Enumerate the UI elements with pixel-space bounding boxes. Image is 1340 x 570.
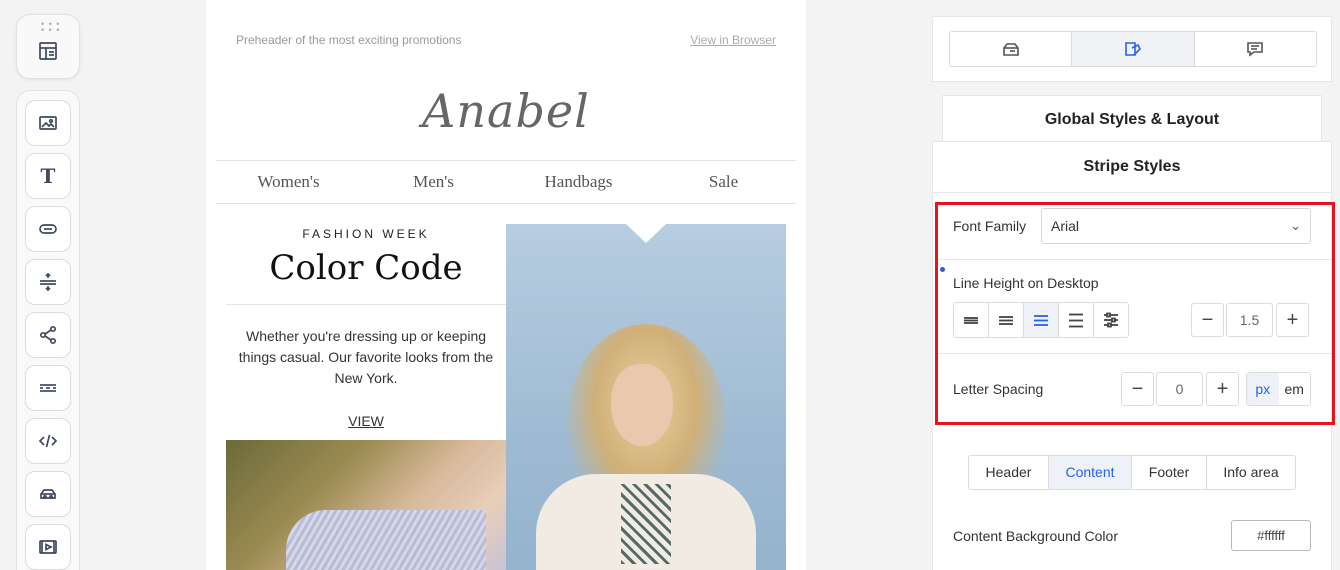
- letter-spacing-unit-toggle: px em: [1246, 372, 1311, 406]
- panel-tabs-card: [932, 16, 1332, 82]
- unit-px-button[interactable]: px: [1247, 373, 1279, 405]
- social-icon: [39, 325, 57, 345]
- view-cta-link[interactable]: VIEW: [226, 413, 506, 429]
- body-copy[interactable]: Whether you're dressing up or keeping th…: [236, 326, 496, 389]
- line-height-custom-icon: [1104, 312, 1118, 328]
- photo-notch: [626, 224, 666, 243]
- line-height-large-icon: [1069, 313, 1083, 328]
- button-icon: [39, 224, 57, 234]
- line-height-medium-icon: [1034, 315, 1048, 326]
- button-tool[interactable]: [25, 206, 71, 252]
- modified-indicator-dot: [940, 267, 945, 272]
- line-height-presets: [953, 302, 1129, 338]
- spacer-tool[interactable]: [25, 259, 71, 305]
- font-family-value: Arial: [1051, 218, 1080, 234]
- panel-icon-tabs: [949, 31, 1317, 67]
- divider-icon: [40, 384, 56, 392]
- unit-em-button[interactable]: em: [1279, 373, 1311, 405]
- line-height-compact-button[interactable]: [954, 303, 989, 337]
- line-height-increase-button[interactable]: +: [1276, 303, 1309, 337]
- tab-comments[interactable]: [1195, 32, 1316, 66]
- image-tool[interactable]: [25, 100, 71, 146]
- tab-content[interactable]: Content: [1049, 456, 1132, 489]
- divider-tool[interactable]: [25, 365, 71, 411]
- content-background-label: Content Background Color: [953, 528, 1118, 544]
- tab-header[interactable]: Header: [969, 456, 1049, 489]
- banner-icon: [40, 489, 56, 500]
- preheader-text[interactable]: Preheader of the most exciting promotion…: [236, 33, 461, 47]
- style-icon: [1125, 42, 1141, 56]
- row-separator: [938, 353, 1332, 354]
- line-height-small-button[interactable]: [989, 303, 1024, 337]
- shirt-detail: [286, 510, 486, 570]
- headline[interactable]: Color Code: [226, 248, 506, 288]
- nav-item-handbags[interactable]: Handbags: [506, 161, 651, 203]
- line-height-label: Line Height on Desktop: [953, 275, 1099, 291]
- view-in-browser-link[interactable]: View in Browser: [690, 33, 776, 47]
- layout-tool[interactable]: • • • • • •: [16, 14, 80, 79]
- row-separator: [938, 259, 1332, 260]
- content-background-color-input[interactable]: #ffffff: [1231, 520, 1311, 551]
- tab-structure[interactable]: [950, 32, 1073, 66]
- letter-spacing-decrease-button[interactable]: −: [1121, 372, 1154, 406]
- tool-panel: T: [16, 90, 80, 570]
- line-height-medium-button[interactable]: [1024, 303, 1059, 337]
- image-icon: [39, 116, 57, 130]
- text-tool[interactable]: T: [25, 153, 71, 199]
- line-height-large-button[interactable]: [1059, 303, 1094, 337]
- layout-icon: [39, 41, 57, 60]
- section-tabs: Header Content Footer Info area: [968, 455, 1296, 490]
- text-icon: T: [40, 164, 56, 188]
- email-canvas[interactable]: Preheader of the most exciting promotion…: [206, 0, 806, 570]
- blouse-shape: [536, 474, 756, 570]
- line-height-custom-button[interactable]: [1094, 303, 1128, 337]
- brand-logo[interactable]: Anabel: [206, 84, 806, 138]
- line-height-decrease-button[interactable]: −: [1191, 303, 1224, 337]
- chevron-down-icon: ⌄: [1290, 218, 1301, 233]
- line-height-compact-icon: [964, 317, 978, 324]
- spacer-icon: [40, 272, 56, 292]
- font-family-select[interactable]: Arial ⌄: [1041, 208, 1311, 244]
- line-height-input[interactable]: 1.5: [1226, 303, 1273, 337]
- letter-spacing-label: Letter Spacing: [953, 381, 1044, 397]
- banner-tool[interactable]: [25, 471, 71, 517]
- product-photo-shoulder[interactable]: [226, 440, 506, 570]
- video-icon: [39, 540, 57, 554]
- model-photo[interactable]: [506, 224, 786, 570]
- structure-icon: [1002, 43, 1019, 56]
- line-height-small-icon: [999, 316, 1013, 325]
- stripe-styles-title[interactable]: Stripe Styles: [933, 142, 1331, 193]
- face-shape: [611, 364, 673, 446]
- tab-style[interactable]: [1072, 32, 1195, 66]
- editor-root: • • • • • • T Preheader of the most exci…: [0, 0, 1340, 570]
- html-tool[interactable]: [25, 418, 71, 464]
- drag-handle-icon[interactable]: • • • • • •: [41, 20, 60, 35]
- kicker-text[interactable]: FASHION WEEK: [226, 227, 506, 241]
- video-tool[interactable]: [25, 524, 71, 570]
- global-styles-section[interactable]: Global Styles & Layout: [942, 95, 1322, 143]
- html-code-icon: [38, 434, 58, 448]
- divider-line: [226, 304, 506, 305]
- font-family-label: Font Family: [953, 218, 1027, 234]
- nav-item-mens[interactable]: Men's: [361, 161, 506, 203]
- comment-icon: [1247, 42, 1264, 57]
- social-tool[interactable]: [25, 312, 71, 358]
- embroidery-detail: [621, 484, 671, 564]
- tab-info-area[interactable]: Info area: [1207, 456, 1295, 489]
- letter-spacing-input[interactable]: 0: [1156, 372, 1203, 406]
- tab-footer[interactable]: Footer: [1132, 456, 1207, 489]
- nav-item-sale[interactable]: Sale: [651, 161, 796, 203]
- nav-item-womens[interactable]: Women's: [216, 161, 361, 203]
- letter-spacing-increase-button[interactable]: +: [1206, 372, 1239, 406]
- email-nav-menu: Women's Men's Handbags Sale: [216, 160, 796, 204]
